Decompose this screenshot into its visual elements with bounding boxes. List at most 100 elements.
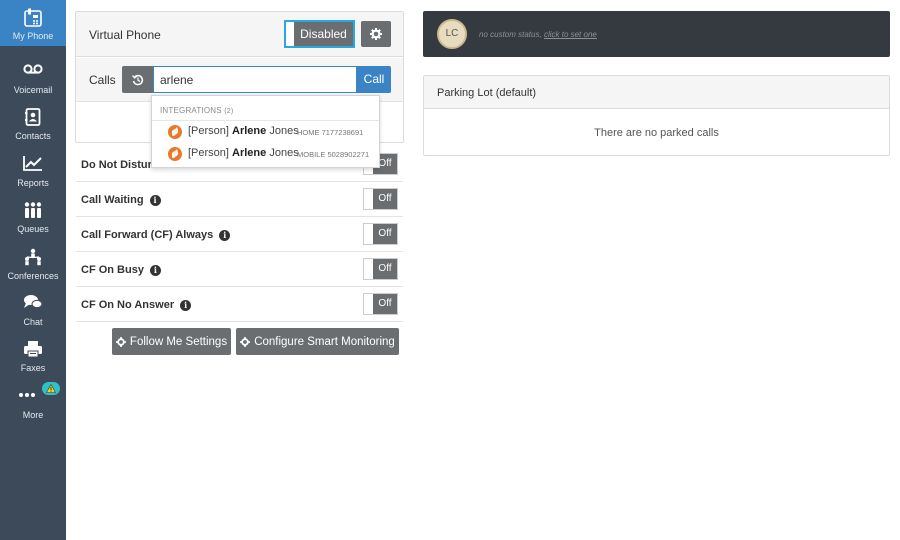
result-number-value: 5028902271 <box>327 150 370 159</box>
call-forward-always-toggle[interactable]: Off <box>363 223 398 245</box>
result-name: [Person] Arlene Jones <box>188 147 299 159</box>
setting-label: Call Waiting i <box>81 194 161 206</box>
setting-label: Call Forward (CF) Always i <box>81 229 231 241</box>
search-result-item[interactable]: [Person] Arlene Jones HOME 7177238691 <box>152 121 379 143</box>
info-icon[interactable]: i <box>180 299 192 311</box>
info-icon[interactable]: i <box>219 229 231 241</box>
toggle-state: Off <box>373 294 397 314</box>
sidebar-item-voicemail[interactable]: Voicemail <box>0 54 66 100</box>
sidebar-item-label: More <box>22 410 44 420</box>
sidebar-item-label: Faxes <box>20 363 46 373</box>
toggle-knob <box>364 294 373 314</box>
result-number-type: HOME <box>297 128 320 137</box>
sidebar-item-queues[interactable]: Queues <box>0 193 66 239</box>
virtual-phone-status-label: Disabled <box>294 22 353 46</box>
setting-label-text: CF On No Answer <box>81 299 175 311</box>
parking-lot-header: Parking Lot (default) <box>424 76 889 109</box>
toggle-state: Off <box>373 259 397 279</box>
result-number: HOME 7177238691 <box>297 128 363 137</box>
sidebar-item-label: Contacts <box>15 131 51 141</box>
integration-icon <box>168 125 182 139</box>
setting-label: CF On Busy i <box>81 264 161 276</box>
integration-icon <box>168 147 182 161</box>
setting-row-call-waiting: Call Waiting i Off <box>76 182 403 217</box>
toggle-state: Off <box>373 224 397 244</box>
sidebar-item-label: Voicemail <box>13 85 53 95</box>
sidebar-item-contacts[interactable]: Contacts <box>0 100 66 146</box>
toggle-knob <box>364 189 373 209</box>
result-number-type: MOBILE <box>297 150 326 159</box>
queues-icon <box>0 201 66 221</box>
info-icon[interactable]: i <box>149 194 161 206</box>
status-text: no custom status, <box>479 30 542 39</box>
user-status-bar: LC no custom status, click to set one <box>423 11 890 57</box>
setting-row-cf-on-busy: CF On Busy i Off <box>76 252 403 287</box>
parking-lot-card: Parking Lot (default) There are no parke… <box>423 75 890 156</box>
setting-label-text: Do Not Disturb <box>81 159 159 171</box>
cf-on-no-answer-toggle[interactable]: Off <box>363 293 398 315</box>
search-result-item[interactable]: [Person] Arlene Jones MOBILE 5028902271 <box>152 143 379 165</box>
fax-icon <box>0 340 66 360</box>
setting-label-text: CF On Busy <box>81 264 144 276</box>
result-number: MOBILE 5028902271 <box>297 150 369 159</box>
gear-icon <box>115 336 130 347</box>
avatar[interactable]: LC <box>437 19 467 49</box>
setting-label-text: Call Forward (CF) Always <box>81 229 214 241</box>
follow-me-label: Follow Me Settings <box>129 335 228 348</box>
configure-smart-monitoring-button[interactable]: Configure Smart Monitoring <box>236 328 399 355</box>
call-button[interactable]: Call <box>357 66 391 93</box>
toggle-knob <box>364 259 373 279</box>
sidebar-item-label: Conferences <box>7 271 59 281</box>
phone-icon <box>0 8 66 28</box>
sidebar-item-conferences[interactable]: Conferences <box>0 240 66 286</box>
sidebar: My Phone Voicemail Contacts Reports Queu… <box>0 0 66 540</box>
custom-status-text: no custom status, click to set one <box>479 30 597 39</box>
result-last-name: Jones <box>269 147 299 159</box>
result-name: [Person] Arlene Jones <box>188 125 299 137</box>
gear-icon <box>370 28 382 40</box>
set-status-link[interactable]: click to set one <box>544 30 597 39</box>
dropdown-count: (2) <box>224 108 234 115</box>
result-prefix: [Person] <box>188 125 229 137</box>
sidebar-item-label: Chat <box>23 317 43 327</box>
setting-row-call-forward-always: Call Forward (CF) Always i Off <box>76 217 403 252</box>
sidebar-item-label: My Phone <box>12 31 54 41</box>
parking-lot-empty-message: There are no parked calls <box>594 127 719 139</box>
toggle-knob <box>364 224 373 244</box>
warning-icon <box>42 382 60 395</box>
sidebar-item-label: Reports <box>17 178 49 188</box>
sidebar-item-label: Queues <box>17 224 49 234</box>
virtual-phone-header: Virtual Phone Disabled <box>76 12 403 57</box>
result-number-value: 7177238691 <box>321 128 364 137</box>
cf-on-busy-toggle[interactable]: Off <box>363 258 398 280</box>
smart-monitoring-label: Configure Smart Monitoring <box>254 335 395 348</box>
result-first-name: Arlene <box>232 125 267 137</box>
virtual-phone-title: Virtual Phone <box>89 28 161 42</box>
reports-icon <box>0 155 66 175</box>
sidebar-item-my-phone[interactable]: My Phone <box>0 0 66 46</box>
result-last-name: Jones <box>269 125 299 137</box>
sidebar-item-chat[interactable]: Chat <box>0 286 66 332</box>
dropdown-header-text: INTEGRATIONS <box>160 106 222 115</box>
setting-label: Do Not Disturb <box>81 159 159 171</box>
call-history-button[interactable] <box>122 66 153 93</box>
setting-label-text: Call Waiting <box>81 194 144 206</box>
calls-label: Calls <box>89 73 116 87</box>
contacts-icon <box>0 108 66 128</box>
info-icon[interactable]: i <box>149 264 161 276</box>
result-first-name: Arlene <box>232 147 267 159</box>
call-search-input[interactable] <box>153 66 357 93</box>
virtual-phone-settings-button[interactable] <box>361 21 391 47</box>
result-prefix: [Person] <box>188 147 229 159</box>
sidebar-item-faxes[interactable]: Faxes <box>0 332 66 378</box>
dropdown-header: INTEGRATIONS (2) <box>160 106 233 115</box>
follow-me-settings-button[interactable]: Follow Me Settings <box>112 328 231 355</box>
voicemail-icon <box>0 62 66 82</box>
parking-lot-title: Parking Lot (default) <box>437 87 537 99</box>
gear-icon <box>240 336 254 347</box>
conferences-icon <box>0 248 66 268</box>
sidebar-item-reports[interactable]: Reports <box>0 147 66 193</box>
virtual-phone-toggle[interactable]: Disabled <box>284 20 355 48</box>
chat-icon <box>0 294 66 314</box>
call-waiting-toggle[interactable]: Off <box>363 188 398 210</box>
